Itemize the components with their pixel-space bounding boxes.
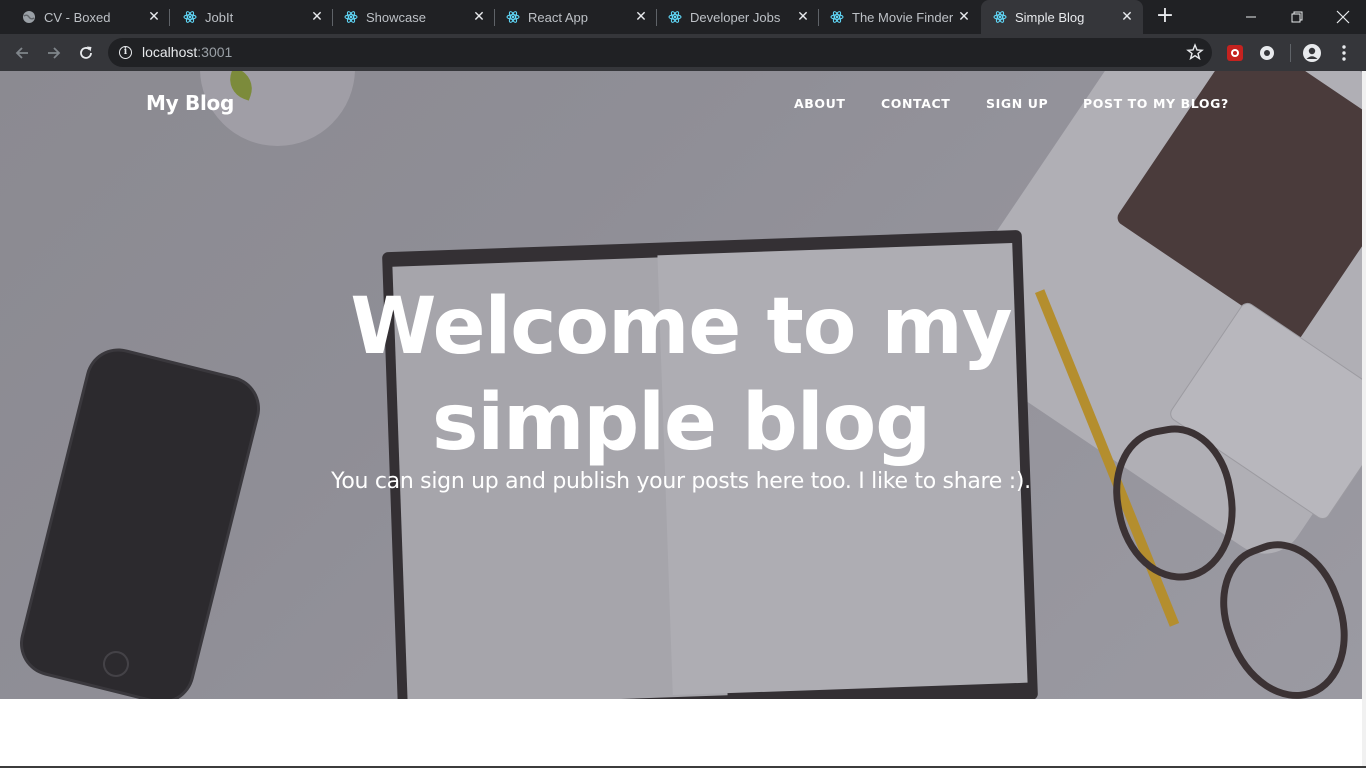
reload-icon (80, 46, 92, 59)
tab-title: JobIt (205, 9, 234, 25)
tab-title: CV - Boxed (44, 9, 111, 25)
reload-button[interactable] (73, 40, 99, 66)
url-text[interactable]: localhost:3001 (142, 44, 232, 60)
restore-button[interactable] (1274, 0, 1320, 34)
close-window-button[interactable] (1320, 0, 1366, 34)
nav-post-to-blog[interactable]: POST TO MY BLOG? (1083, 96, 1229, 111)
tab-title: Developer Jobs (690, 9, 781, 25)
react-icon (344, 10, 358, 24)
hero-title-line-2: simple blog (431, 378, 931, 468)
browser-toolbar: i localhost:3001 (0, 34, 1366, 71)
hero-title-line-1: Welcome to my (350, 282, 1012, 372)
hero-subtitle: You can sign up and publish your posts h… (331, 469, 1031, 494)
tab-strip: CV - Boxed ✕ JobIt ✕ Showcase ✕ React Ap… (0, 0, 1366, 34)
arrow-left-icon (15, 47, 28, 59)
react-icon (993, 10, 1007, 24)
site-brand[interactable]: My Blog (146, 91, 234, 115)
tab-showcase[interactable]: Showcase ✕ (334, 0, 495, 34)
menu-icon[interactable] (1334, 43, 1354, 63)
restore-icon (1291, 11, 1303, 23)
tab-title: Simple Blog (1015, 9, 1085, 25)
tab-separator (818, 9, 819, 26)
tab-react-app[interactable]: React App ✕ (496, 0, 657, 34)
bookmark-star-icon[interactable] (1186, 43, 1204, 61)
minimize-button[interactable] (1228, 0, 1274, 34)
info-icon[interactable]: i (119, 46, 132, 59)
hero-section: My Blog ABOUT CONTACT SIGN UP POST TO MY… (0, 71, 1362, 699)
arrow-right-icon (48, 47, 61, 59)
tab-developer-jobs[interactable]: Developer Jobs ✕ (658, 0, 819, 34)
react-icon (183, 10, 197, 24)
address-bar[interactable]: i localhost:3001 (108, 38, 1212, 67)
tab-separator (332, 9, 333, 26)
minimize-icon (1246, 16, 1256, 18)
react-icon (506, 10, 520, 24)
close-icon[interactable]: ✕ (309, 9, 325, 25)
tab-title: Showcase (366, 9, 426, 25)
tab-simple-blog[interactable]: Simple Blog ✕ (981, 0, 1143, 34)
close-icon[interactable]: ✕ (146, 9, 162, 25)
page-scrollbar[interactable] (1362, 71, 1366, 768)
extension-bug-icon[interactable] (1225, 43, 1245, 63)
tab-title: The Movie Finder (852, 9, 954, 25)
close-icon[interactable]: ✕ (956, 9, 972, 25)
toolbar-separator (1290, 44, 1291, 62)
tab-separator (656, 9, 657, 26)
close-icon[interactable]: ✕ (795, 9, 811, 25)
hero-title: Welcome to my simple blog (0, 279, 1362, 471)
new-tab-button[interactable]: + (1153, 5, 1177, 29)
close-icon[interactable]: ✕ (633, 9, 649, 25)
profile-icon[interactable] (1302, 43, 1322, 63)
nav-contact[interactable]: CONTACT (881, 96, 950, 111)
react-icon (830, 10, 844, 24)
tab-title: React App (528, 9, 588, 25)
tab-movie-finder[interactable]: The Movie Finder ✕ (820, 0, 980, 34)
tab-separator (169, 9, 170, 26)
nav-about[interactable]: ABOUT (794, 96, 846, 111)
web-page: My Blog ABOUT CONTACT SIGN UP POST TO MY… (0, 71, 1366, 768)
url-host: localhost (142, 44, 198, 60)
tab-separator (494, 9, 495, 26)
close-icon[interactable]: ✕ (1119, 9, 1135, 25)
nav-sign-up[interactable]: SIGN UP (986, 96, 1048, 111)
extension-circle-icon[interactable] (1257, 43, 1277, 63)
tab-cv-boxed[interactable]: CV - Boxed ✕ (0, 0, 170, 34)
globe-icon (22, 10, 36, 24)
url-port: :3001 (197, 44, 233, 60)
react-icon (668, 10, 682, 24)
forward-button[interactable] (41, 40, 67, 66)
back-button[interactable] (9, 40, 35, 66)
close-icon (1336, 10, 1350, 24)
tab-jobit[interactable]: JobIt ✕ (171, 0, 333, 34)
close-icon[interactable]: ✕ (471, 9, 487, 25)
